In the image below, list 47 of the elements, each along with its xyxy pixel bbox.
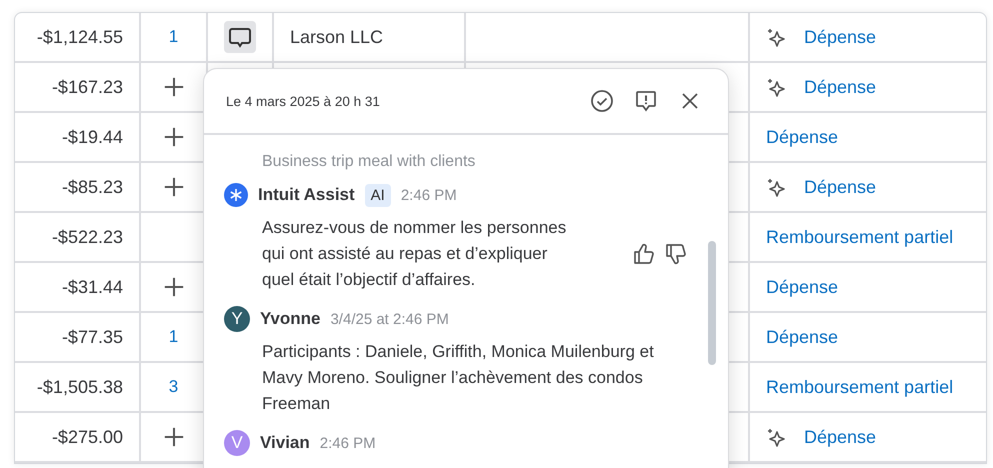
attachment-count-link[interactable]: 1 [168, 27, 178, 47]
amount-cell: -$85.23 [15, 163, 141, 211]
amount-cell: -$19.44 [15, 113, 141, 161]
user-avatar: V [224, 430, 250, 456]
amount-cell: -$275.00 [15, 413, 141, 461]
comment-icon[interactable] [224, 21, 256, 53]
plus-icon[interactable] [162, 76, 184, 98]
comment-author: Vivian [260, 433, 310, 453]
check-circle-icon[interactable] [590, 89, 614, 113]
ai-badge: AI [364, 184, 391, 206]
amount-cell: -$522.23 [15, 213, 141, 261]
comment-text: Assurez-vous de nommer les personnes qui ont assisté au repas et d’expliquer quel était l’objectif d’affaires. [262, 217, 568, 291]
comment-author: Yvonne [260, 309, 320, 329]
comment-text: Participants : Daniele, Griffith, Monica Muilenburg et Mavy Moreno. Souligner l’achèvement des condos Freeman [262, 341, 655, 415]
assistant-avatar-icon [224, 183, 248, 207]
comment-time: 2:46 PM [400, 186, 457, 204]
comment-alert-icon[interactable] [634, 89, 658, 113]
category-link[interactable]: Dépense [804, 426, 876, 448]
comment-author: Intuit Assist [258, 185, 355, 205]
category-link[interactable]: Dépense [766, 326, 838, 348]
category-link[interactable]: Remboursement partiel [766, 226, 954, 248]
comment-time: 2:46 PM [320, 434, 376, 452]
amount-cell: -$77.35 [15, 313, 141, 361]
amount-cell: -$167.23 [15, 63, 141, 111]
category-link[interactable]: Remboursement partiel [766, 376, 954, 398]
attachment-count-link[interactable]: 1 [168, 327, 178, 347]
user-avatar: Y [224, 306, 250, 332]
scrollbar-thumb[interactable] [708, 241, 716, 365]
thumbs-down-icon[interactable] [664, 242, 688, 266]
plus-icon[interactable] [162, 426, 184, 448]
thumbs-up-icon[interactable] [632, 242, 656, 266]
plus-icon[interactable] [162, 126, 184, 148]
attachment-count-link[interactable]: 3 [168, 377, 178, 397]
amount-cell: -$1,124.55 [15, 13, 141, 61]
plus-icon[interactable] [162, 176, 184, 198]
comment-date: Le 4 mars 2025 à 20 h 31 [226, 94, 380, 108]
category-link[interactable]: Dépense [804, 176, 876, 198]
faded-comment-text: Business trip meal with clients [262, 153, 476, 171]
plus-icon[interactable] [162, 276, 184, 298]
payee-cell: Larson LLC [290, 26, 384, 48]
category-link[interactable]: Dépense [766, 276, 838, 298]
category-link[interactable]: Dépense [766, 126, 838, 148]
comment-time: 3/4/25 at 2:46 PM [330, 310, 449, 328]
amount-cell: -$1,505.38 [15, 363, 141, 411]
amount-cell: -$31.44 [15, 263, 141, 311]
category-link[interactable]: Dépense [804, 26, 876, 48]
category-link[interactable]: Dépense [804, 76, 876, 98]
